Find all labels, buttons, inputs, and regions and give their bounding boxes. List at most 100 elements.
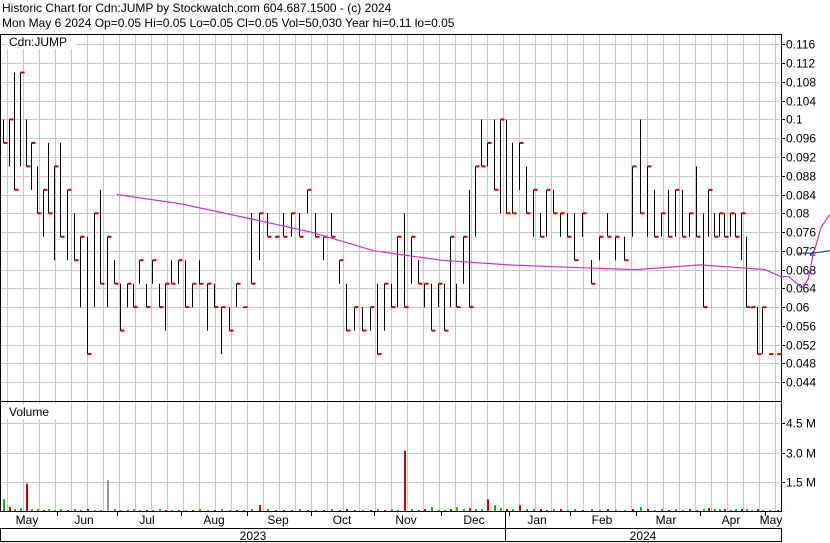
- volume-bar: [100, 510, 102, 512]
- month-label: Sep: [267, 513, 289, 527]
- volume-bar: [431, 507, 433, 511]
- volume-bar: [323, 510, 325, 512]
- volume-bar: [74, 509, 76, 511]
- volume-bar: [777, 510, 779, 512]
- volume-bar: [624, 510, 626, 512]
- volume-bar: [139, 510, 141, 512]
- price-tick-label: 0.088: [786, 170, 816, 184]
- price-tick-label: 0.044: [786, 376, 816, 390]
- chart-title: Historic Chart for Cdn:JUMP by Stockwatc…: [2, 1, 392, 15]
- volume-bar: [512, 509, 514, 511]
- volume-bar: [469, 508, 471, 511]
- volume-bar: [299, 509, 301, 511]
- volume-bar: [362, 510, 364, 512]
- volume-bar: [714, 509, 716, 511]
- volume-bar: [751, 510, 753, 512]
- volume-bar: [762, 510, 764, 512]
- volume-bar: [567, 510, 569, 512]
- volume-bar: [185, 510, 187, 512]
- volume-bar: [54, 510, 56, 512]
- volume-bar: [37, 509, 39, 511]
- month-label: May: [16, 513, 39, 527]
- volume-bar: [283, 510, 285, 512]
- volume-bar: [487, 499, 489, 511]
- price-tick-label: 0.108: [786, 76, 816, 90]
- volume-panel-label: Volume: [9, 405, 49, 419]
- volume-bar: [94, 510, 96, 512]
- month-label: Aug: [203, 513, 224, 527]
- price-tick-label: 0.08: [786, 207, 810, 221]
- volume-bar: [339, 510, 341, 512]
- volume-bar: [526, 509, 528, 511]
- price-tick-label: 0.092: [786, 151, 816, 165]
- volume-bar: [689, 509, 691, 511]
- volume-bar: [703, 509, 705, 511]
- month-label: Feb: [592, 513, 613, 527]
- price-tick-label: 0.116: [786, 38, 815, 52]
- volume-bar: [165, 510, 167, 512]
- volume-bar: [599, 510, 601, 512]
- volume-bar: [574, 509, 576, 511]
- volume-bar: [43, 510, 45, 512]
- year-label: 2024: [630, 529, 657, 543]
- volume-bar: [20, 508, 22, 511]
- volume-bar: [708, 508, 710, 511]
- volume-bar: [404, 450, 406, 511]
- price-tick-label: 0.052: [786, 339, 816, 353]
- volume-bar: [9, 507, 11, 511]
- volume-bar: [229, 510, 231, 512]
- price-tick-label: 0.112: [786, 57, 815, 71]
- volume-bar: [259, 505, 261, 511]
- volume-bar: [730, 510, 732, 512]
- volume-bar: [178, 510, 180, 512]
- volume-bar: [519, 505, 521, 511]
- volume-bar: [668, 510, 670, 512]
- volume-bar: [654, 510, 656, 512]
- volume-bar: [152, 510, 154, 512]
- volume-bar: [171, 510, 173, 512]
- month-label: Dec: [463, 513, 484, 527]
- volume-bar: [735, 509, 737, 511]
- price-tick-label: 0.048: [786, 357, 816, 371]
- volume-bar: [540, 509, 542, 511]
- volume-bar: [582, 510, 584, 512]
- price-tick-label: 0.068: [786, 264, 816, 278]
- price-panel-label: Cdn:JUMP: [9, 35, 67, 49]
- volume-bar: [438, 510, 440, 512]
- price-tick-label: 0.072: [786, 245, 816, 259]
- volume-bar: [48, 509, 50, 511]
- volume-bar: [236, 510, 238, 512]
- volume-bar: [757, 509, 759, 511]
- price-tick-label: 0.096: [786, 132, 816, 146]
- volume-tick-label: 1.5 M: [786, 476, 816, 490]
- volume-bar: [591, 509, 593, 511]
- price-summary: Mon May 6 2024 Op=0.05 Hi=0.05 Lo=0.05 C…: [2, 16, 455, 30]
- volume-bar: [80, 510, 82, 512]
- volume-bar: [424, 509, 426, 511]
- volume-bar: [207, 510, 209, 512]
- month-label: Mar: [656, 513, 677, 527]
- volume-bar: [192, 510, 194, 512]
- volume-bar: [632, 509, 634, 511]
- volume-bar: [397, 510, 399, 512]
- volume-bar: [418, 510, 420, 512]
- volume-bar: [14, 509, 16, 511]
- volume-bar: [675, 509, 677, 511]
- month-label: Nov: [395, 513, 416, 527]
- volume-bar: [221, 509, 223, 511]
- volume-bar: [107, 479, 109, 511]
- volume-bar: [746, 509, 748, 511]
- volume-bar: [60, 509, 62, 511]
- volume-bar: [331, 509, 333, 511]
- volume-bar: [456, 507, 458, 511]
- volume-bar: [450, 509, 452, 511]
- volume-bar: [560, 509, 562, 511]
- volume-bar: [251, 509, 253, 511]
- month-label: Jan: [527, 513, 546, 527]
- volume-bar: [307, 510, 309, 512]
- month-label: May: [760, 513, 783, 527]
- month-label: Jun: [74, 513, 93, 527]
- volume-bar: [120, 510, 122, 512]
- volume-bar: [384, 510, 386, 512]
- volume-tick-label: 3.0 M: [786, 447, 816, 461]
